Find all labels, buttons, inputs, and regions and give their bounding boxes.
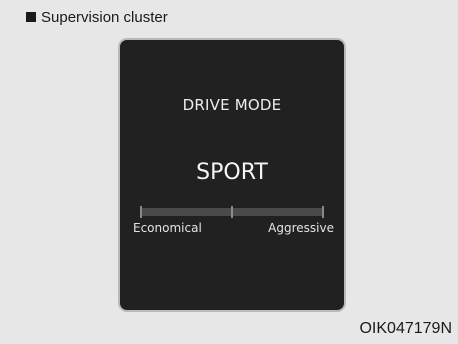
scale-label-economical: Economical [133,221,202,235]
scale-tick-right [322,206,324,218]
scale-tick-left [140,206,142,218]
drive-mode-value: SPORT [196,160,268,185]
scale-tick-middle [231,206,233,218]
black-square-icon [26,12,36,22]
figure-caption: Supervision cluster [26,7,168,27]
scale-label-aggressive: Aggressive [268,221,334,235]
caption-text: Supervision cluster [41,8,168,26]
drive-mode-title: DRIVE MODE [182,96,282,114]
figure-code: OIK047179N [359,320,452,337]
supervision-cluster-display: DRIVE MODE SPORT Economical Aggressive [118,38,346,312]
drive-mode-scale [140,206,324,218]
